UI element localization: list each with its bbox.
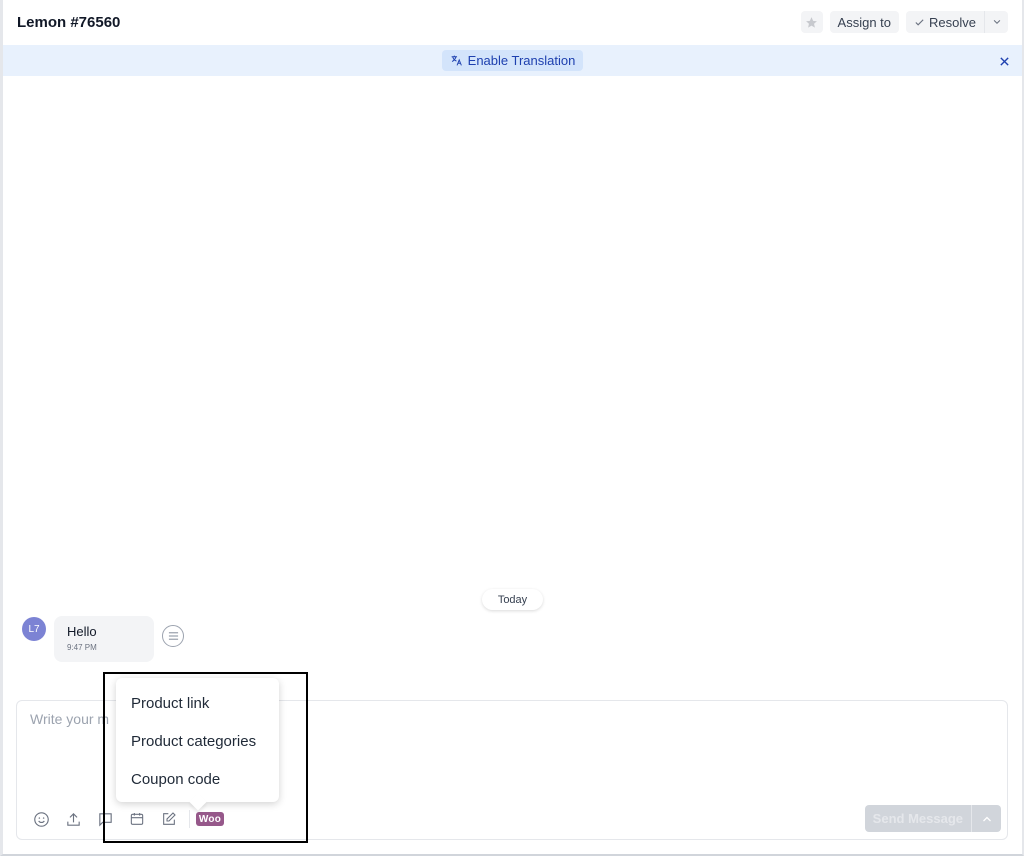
translate-icon xyxy=(451,55,462,66)
send-button-group: Send Message xyxy=(864,805,1001,832)
upload-button[interactable] xyxy=(57,808,89,830)
menu-item-product-categories[interactable]: Product categories xyxy=(116,722,279,760)
woocommerce-icon: Woo xyxy=(195,812,225,826)
enable-translation-label: Enable Translation xyxy=(467,53,576,68)
note-button[interactable] xyxy=(153,808,185,830)
chat-icon xyxy=(98,812,112,827)
message-time: 9:47 PM xyxy=(67,643,97,652)
resolve-button[interactable]: Resolve xyxy=(906,11,984,33)
message-text: Hello xyxy=(67,624,97,639)
send-options-toggle[interactable] xyxy=(971,805,1001,832)
calendar-icon xyxy=(130,813,144,825)
upload-icon xyxy=(66,812,80,826)
message-menu-button[interactable] xyxy=(162,625,184,647)
send-message-button[interactable]: Send Message xyxy=(865,805,971,832)
schedule-button[interactable] xyxy=(121,808,153,830)
composer-toolbar: Woo xyxy=(25,808,226,830)
woocommerce-button[interactable]: Woo xyxy=(194,808,226,830)
conversation-title: Lemon #76560 xyxy=(17,14,121,31)
canned-response-button[interactable] xyxy=(89,808,121,830)
woocommerce-menu: Product link Product categories Coupon c… xyxy=(116,678,279,811)
close-icon xyxy=(999,56,1009,66)
banner-close-button[interactable] xyxy=(997,54,1011,68)
header-actions: Assign to Resolve xyxy=(800,11,1008,33)
message-bubble: Hello 9:47 PM xyxy=(54,616,154,662)
star-button[interactable] xyxy=(800,11,823,33)
toolbar-divider xyxy=(189,810,190,828)
resolve-label: Resolve xyxy=(929,14,976,30)
menu-item-product-link[interactable]: Product link xyxy=(116,684,279,722)
date-divider: Today xyxy=(482,589,543,610)
enable-translation-button[interactable]: Enable Translation xyxy=(441,50,584,71)
emoji-button[interactable] xyxy=(25,808,57,830)
check-icon xyxy=(915,18,924,26)
chevron-down-icon xyxy=(993,19,1000,24)
menu-lines-icon xyxy=(168,632,178,640)
resolve-button-group: Resolve xyxy=(906,11,1008,33)
translation-banner: Enable Translation xyxy=(3,45,1022,76)
chevron-up-icon xyxy=(982,816,991,821)
resolve-dropdown-toggle[interactable] xyxy=(984,11,1008,33)
avatar: L7 xyxy=(22,617,46,641)
conversation-header: Lemon #76560 Assign to Resolve xyxy=(3,0,1022,45)
edit-icon xyxy=(163,812,176,825)
emoji-icon xyxy=(33,811,49,827)
message-input[interactable]: Write your m xyxy=(30,711,109,727)
star-icon xyxy=(806,16,817,28)
assign-to-button[interactable]: Assign to xyxy=(829,11,900,33)
